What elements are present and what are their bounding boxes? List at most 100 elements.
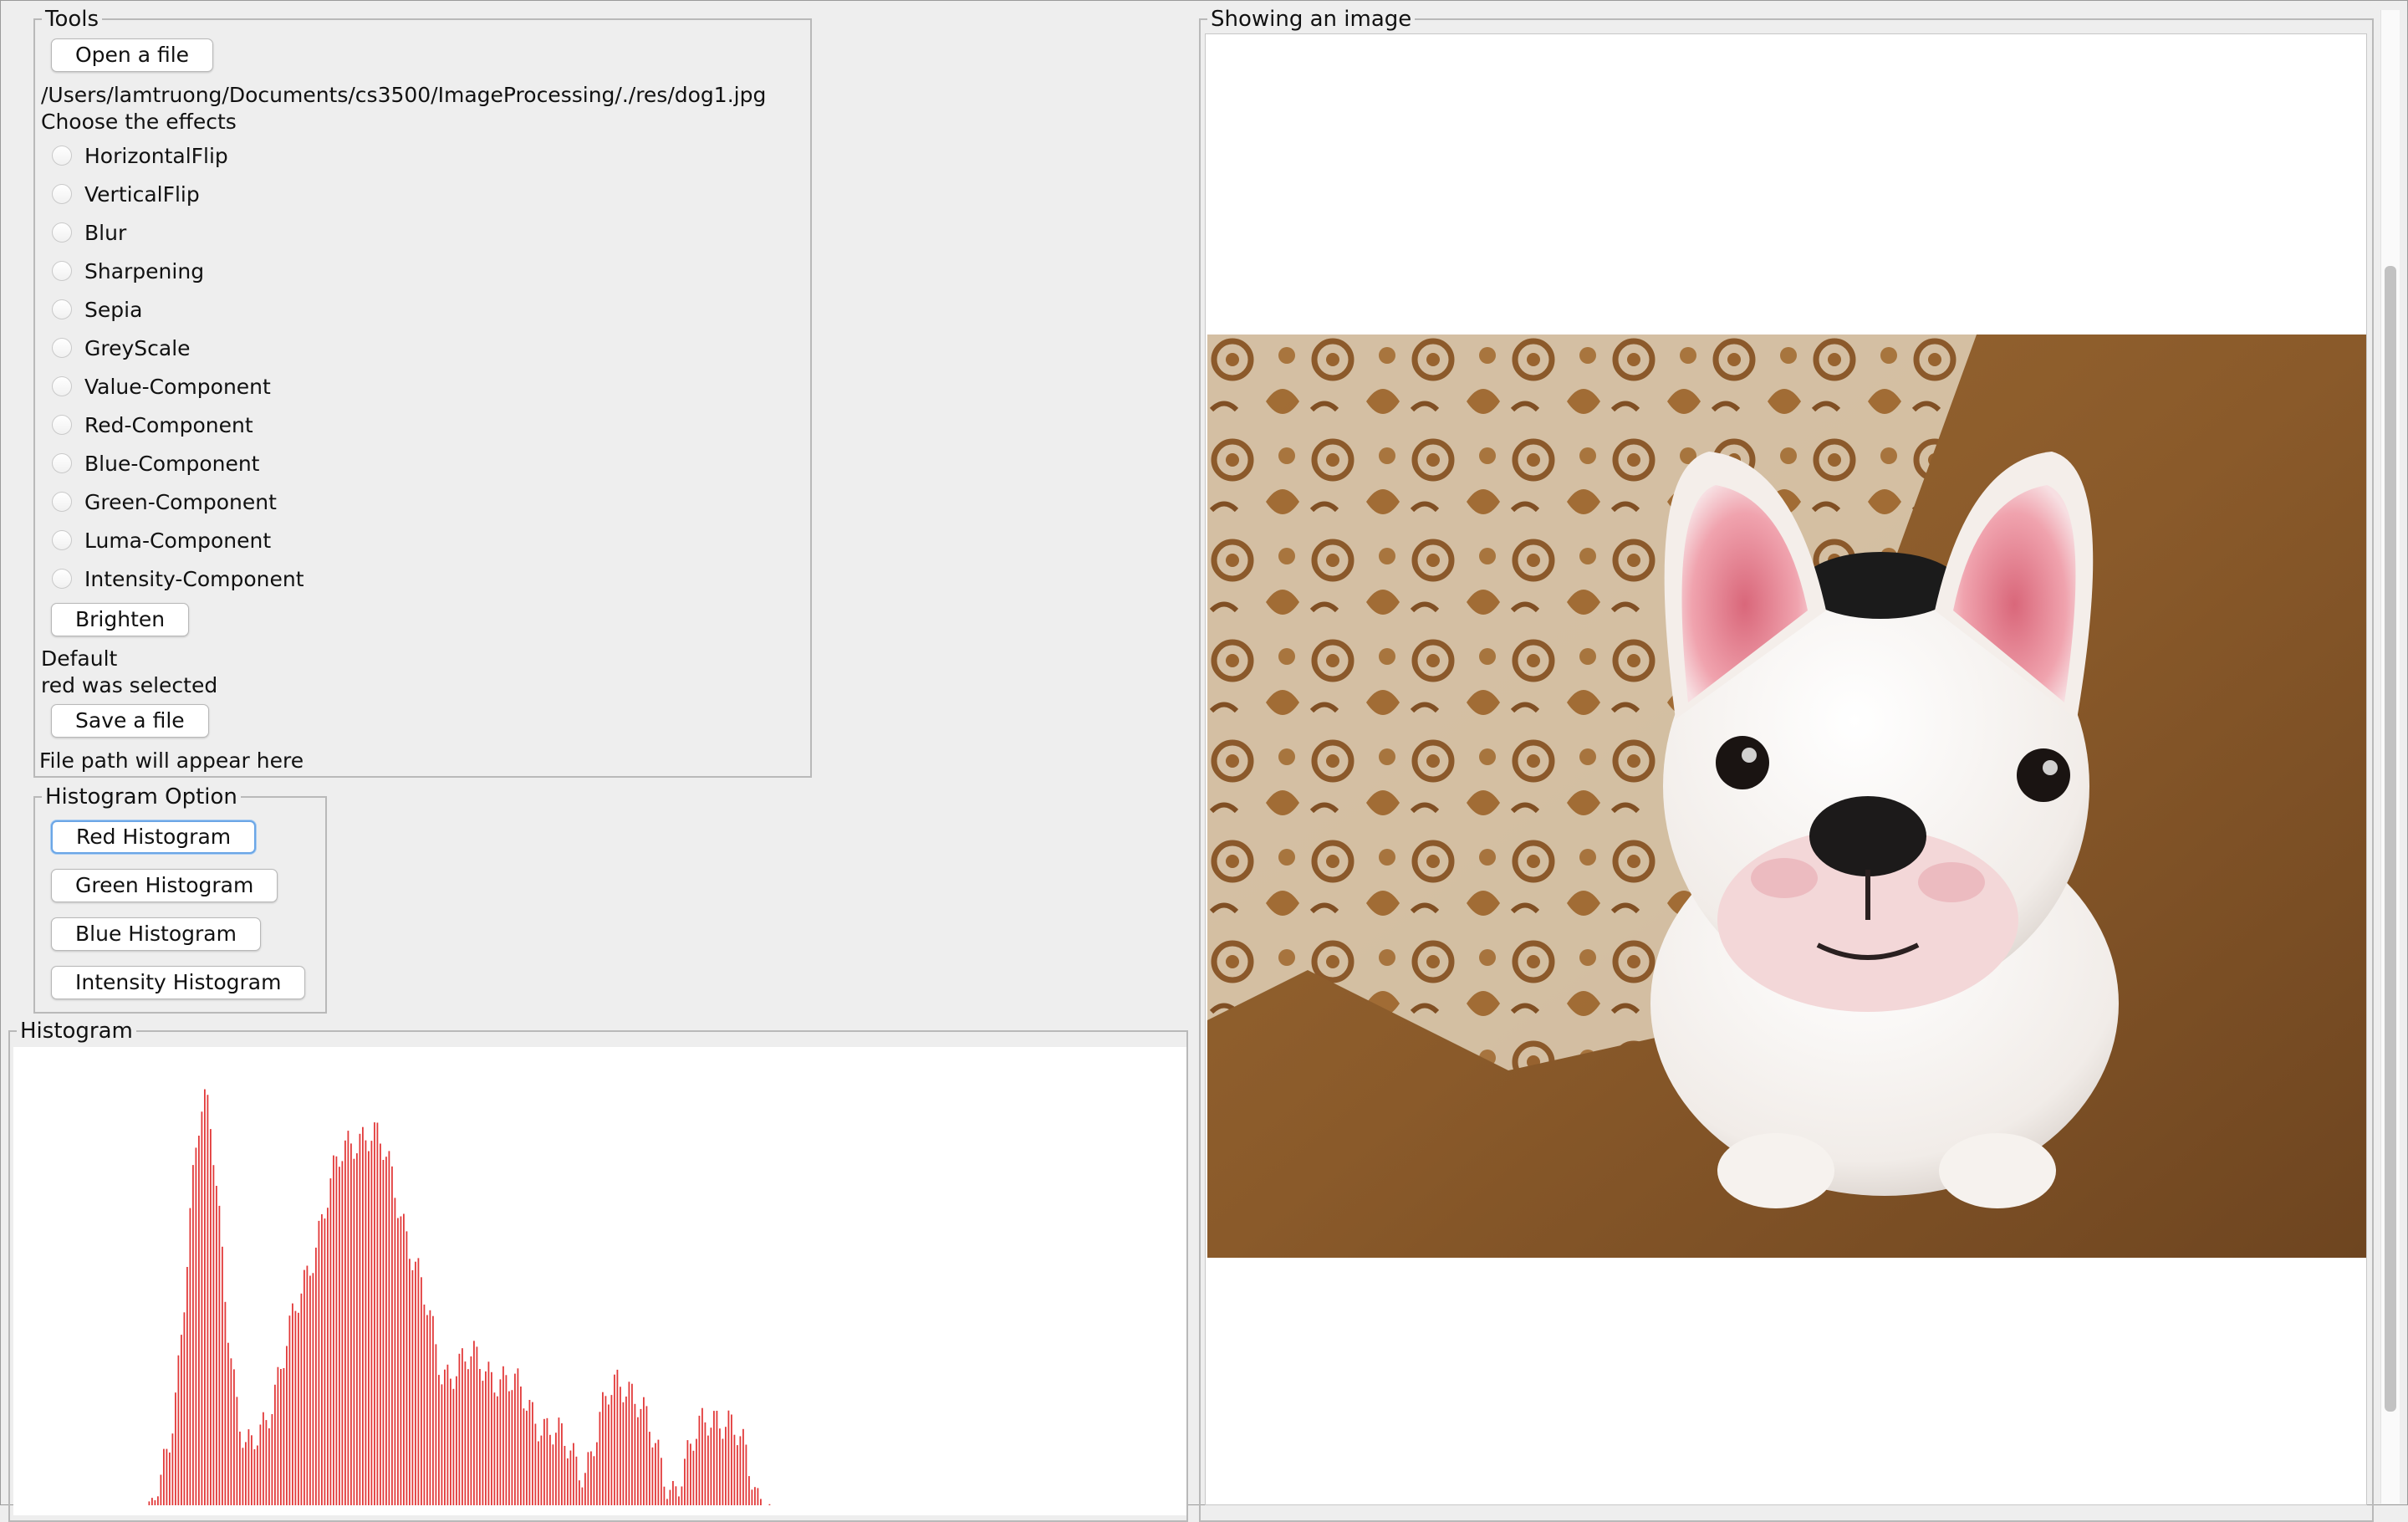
histogram-bar bbox=[663, 1486, 666, 1505]
radio-button[interactable] bbox=[52, 338, 72, 358]
effect-option-greyscale[interactable]: GreyScale bbox=[52, 331, 191, 365]
effect-option-luma-component[interactable]: Luma-Component bbox=[52, 524, 271, 557]
intensity-histogram-button[interactable]: Intensity Histogram bbox=[51, 966, 306, 999]
histogram-bar bbox=[458, 1353, 461, 1505]
radio-button[interactable] bbox=[52, 146, 72, 166]
histogram-bar bbox=[306, 1265, 309, 1505]
histogram-bar bbox=[294, 1310, 297, 1505]
red-histogram-button[interactable]: Red Histogram bbox=[51, 820, 257, 854]
effect-option-value-component[interactable]: Value-Component bbox=[52, 370, 271, 403]
histogram-bar bbox=[259, 1424, 262, 1505]
green-histogram-button[interactable]: Green Histogram bbox=[51, 869, 278, 902]
histogram-bar bbox=[754, 1487, 756, 1505]
brighten-button[interactable]: Brighten bbox=[51, 603, 190, 636]
histogram-bar bbox=[157, 1496, 159, 1505]
histogram-bar bbox=[183, 1312, 186, 1505]
histogram-bar bbox=[645, 1406, 648, 1505]
histogram-bar bbox=[283, 1368, 285, 1505]
histogram-bar bbox=[222, 1246, 223, 1505]
histogram-bar bbox=[479, 1369, 481, 1505]
histogram-bar bbox=[719, 1428, 721, 1505]
histogram-bar bbox=[181, 1335, 182, 1505]
effect-option-verticalflip[interactable]: VerticalFlip bbox=[52, 177, 200, 211]
radio-button[interactable] bbox=[52, 376, 72, 396]
histogram-bar bbox=[733, 1434, 736, 1505]
histogram-bar bbox=[397, 1218, 399, 1505]
histogram-bar bbox=[587, 1452, 589, 1505]
histogram-bar bbox=[435, 1344, 437, 1505]
histogram-bar bbox=[368, 1151, 370, 1505]
radio-button[interactable] bbox=[52, 453, 72, 473]
effect-option-intensity-component[interactable]: Intensity-Component bbox=[52, 562, 304, 595]
histogram-bar bbox=[315, 1247, 317, 1505]
histogram-bar bbox=[292, 1303, 293, 1505]
radio-button[interactable] bbox=[52, 184, 72, 204]
histogram-bar bbox=[333, 1155, 334, 1505]
histogram-bar bbox=[148, 1501, 150, 1505]
histogram-bar bbox=[406, 1231, 408, 1505]
histogram-bar bbox=[415, 1261, 416, 1505]
histogram-bar bbox=[579, 1480, 580, 1505]
histogram-bar bbox=[713, 1411, 715, 1505]
radio-button[interactable] bbox=[52, 222, 72, 243]
histogram-bar bbox=[666, 1499, 668, 1505]
histogram-bar bbox=[710, 1428, 712, 1505]
histogram-bar bbox=[760, 1499, 762, 1505]
histogram-bar bbox=[605, 1396, 607, 1505]
dog-photo bbox=[1207, 335, 2366, 1258]
histogram-bar bbox=[195, 1147, 197, 1505]
histogram-bar bbox=[374, 1122, 375, 1505]
histogram-bar bbox=[704, 1422, 707, 1505]
histogram-bar bbox=[192, 1165, 194, 1505]
histogram-bar bbox=[564, 1446, 566, 1505]
histogram-bar bbox=[288, 1315, 291, 1505]
histogram-bar bbox=[324, 1218, 326, 1505]
histogram-bar bbox=[212, 1165, 215, 1505]
effect-option-sepia[interactable]: Sepia bbox=[52, 293, 142, 326]
histogram-bar bbox=[335, 1156, 338, 1505]
effect-label: HorizontalFlip bbox=[84, 143, 228, 168]
histogram-bar bbox=[247, 1429, 250, 1505]
histogram-bar bbox=[312, 1273, 314, 1505]
histogram-bar bbox=[745, 1444, 747, 1505]
histogram-bar bbox=[739, 1436, 742, 1505]
histogram-bar bbox=[417, 1258, 420, 1505]
histogram-bar bbox=[391, 1166, 393, 1505]
histogram-bar bbox=[482, 1381, 484, 1505]
effect-option-blur[interactable]: Blur bbox=[52, 216, 126, 249]
histogram-bar bbox=[649, 1432, 650, 1505]
effect-option-red-component[interactable]: Red-Component bbox=[52, 408, 253, 442]
effect-option-green-component[interactable]: Green-Component bbox=[52, 485, 277, 518]
histogram-bar bbox=[175, 1392, 176, 1505]
histogram-bar bbox=[558, 1417, 560, 1505]
histogram-bar bbox=[505, 1375, 508, 1505]
image-scrollbar[interactable] bbox=[2380, 10, 2400, 1504]
histogram-bar bbox=[362, 1126, 364, 1505]
histogram-bar bbox=[403, 1213, 405, 1505]
radio-button[interactable] bbox=[52, 415, 72, 435]
effect-option-horizontalflip[interactable]: HorizontalFlip bbox=[52, 139, 228, 172]
open-file-button[interactable]: Open a file bbox=[51, 38, 214, 72]
histogram-bar bbox=[154, 1499, 156, 1505]
histogram-bar bbox=[344, 1140, 346, 1505]
effect-label: Luma-Component bbox=[84, 528, 272, 553]
image-scrollbar-thumb[interactable] bbox=[2385, 266, 2396, 1412]
image-viewport[interactable] bbox=[1205, 33, 2367, 1505]
radio-button[interactable] bbox=[52, 569, 72, 589]
radio-button[interactable] bbox=[52, 261, 72, 281]
histogram-bar bbox=[540, 1435, 543, 1505]
histogram-bar bbox=[394, 1198, 396, 1505]
histogram-bar bbox=[622, 1402, 625, 1505]
effect-option-sharpening[interactable]: Sharpening bbox=[52, 254, 204, 288]
radio-button[interactable] bbox=[52, 299, 72, 319]
histogram-bar bbox=[672, 1481, 674, 1505]
histogram-bar bbox=[476, 1346, 478, 1505]
save-file-button[interactable]: Save a file bbox=[51, 704, 209, 738]
histogram-bar bbox=[614, 1374, 615, 1505]
radio-button[interactable] bbox=[52, 492, 72, 512]
blue-histogram-button[interactable]: Blue Histogram bbox=[51, 917, 261, 951]
radio-button[interactable] bbox=[52, 530, 72, 550]
histogram-bar bbox=[552, 1444, 554, 1505]
effect-option-blue-component[interactable]: Blue-Component bbox=[52, 447, 260, 480]
histogram-bar bbox=[731, 1414, 732, 1505]
